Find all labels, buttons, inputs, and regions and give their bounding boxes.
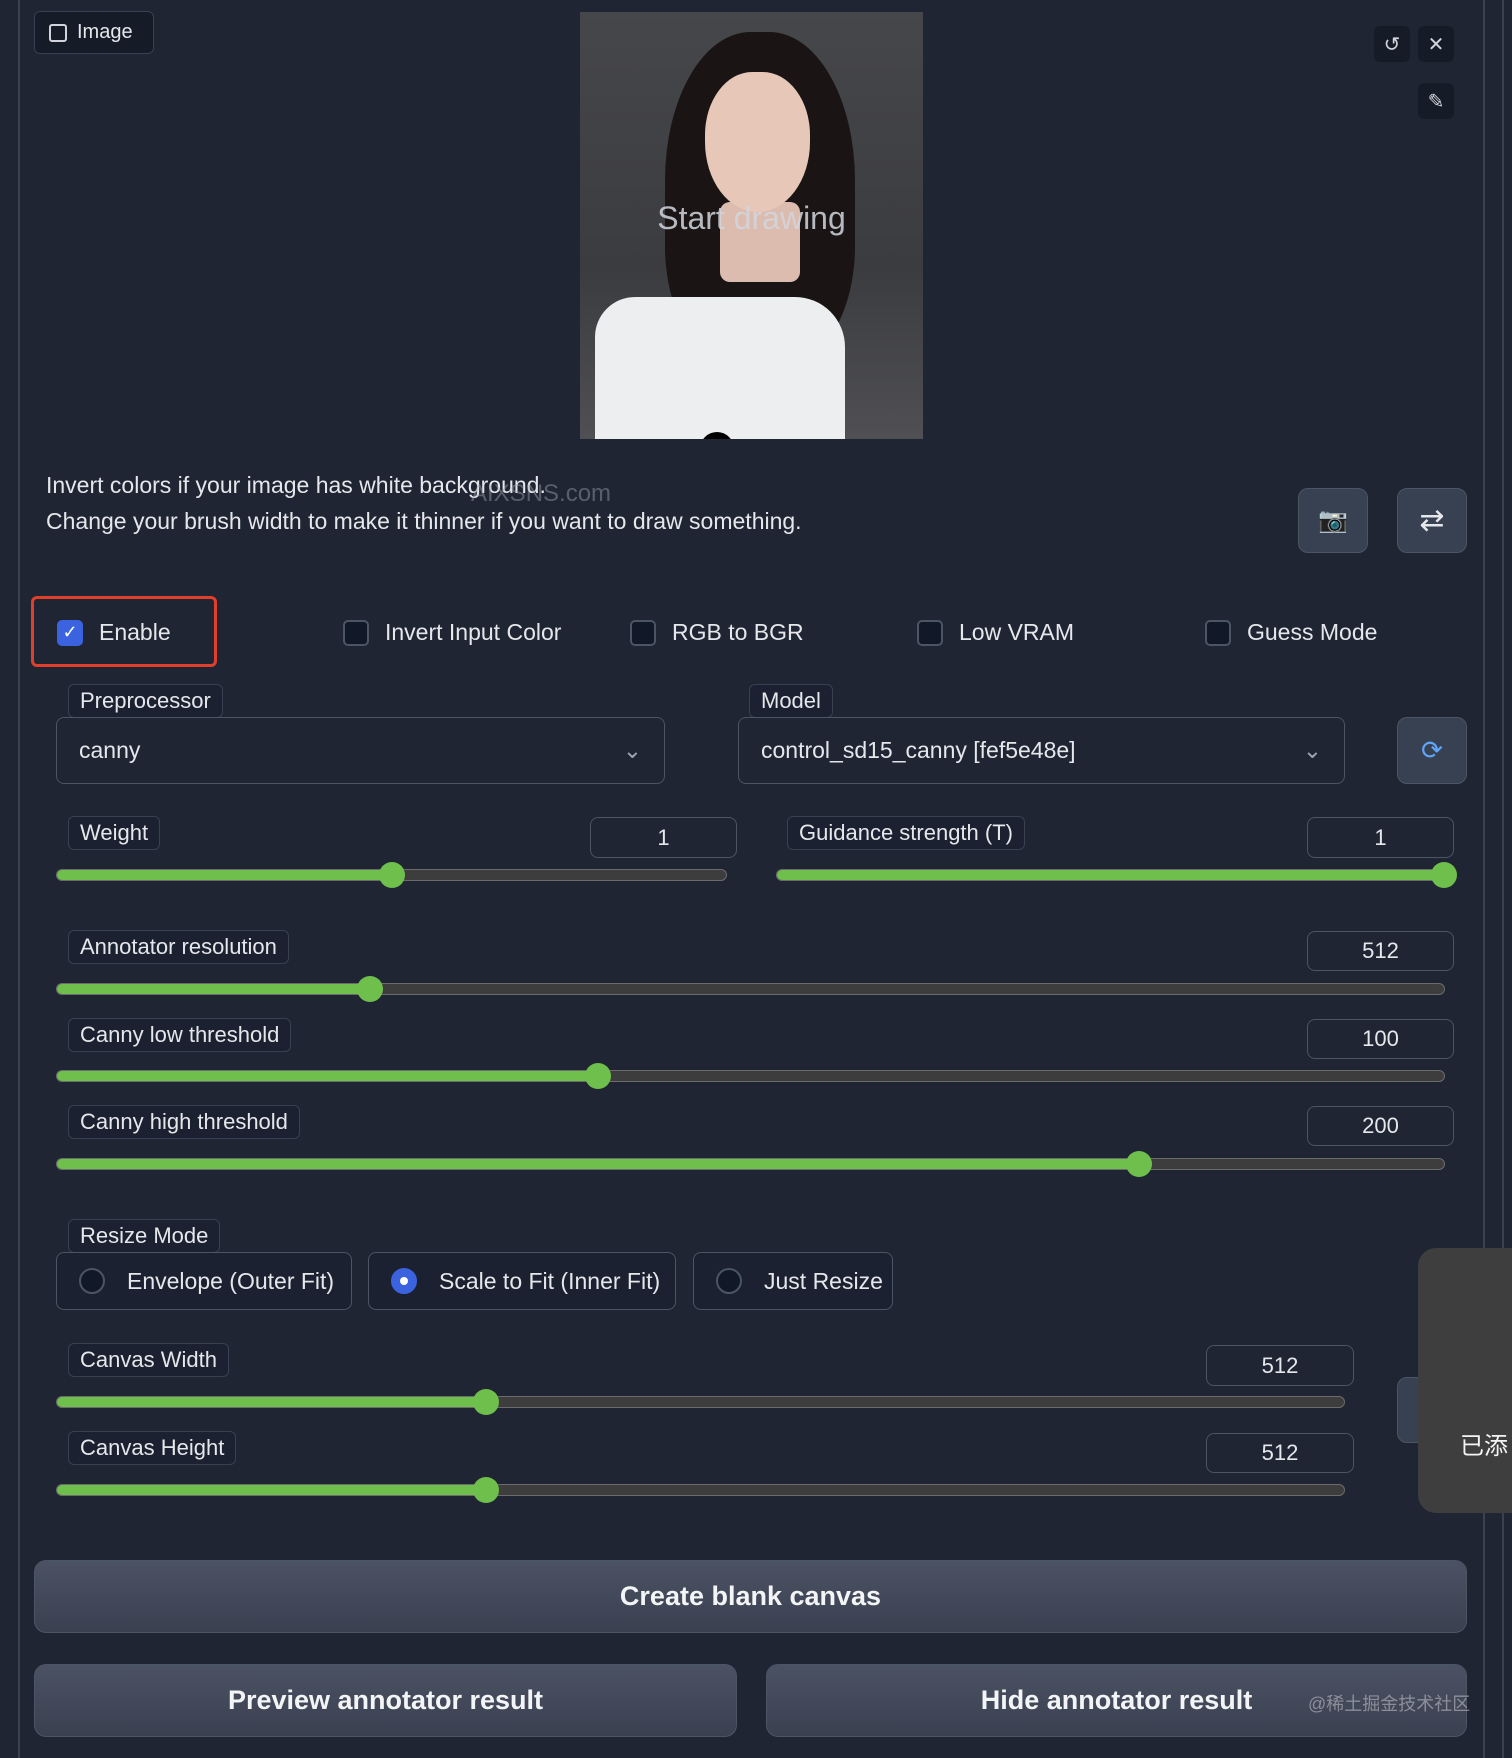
undo-icon: ↺	[1383, 33, 1401, 56]
slider-fill	[57, 870, 392, 880]
refresh-models-button[interactable]: ⟳	[1397, 717, 1467, 784]
weight-input[interactable]: 1	[590, 817, 737, 858]
swap-icon: ⇄	[1419, 504, 1445, 537]
slider-thumb[interactable]	[1125, 1151, 1152, 1177]
rgb-to-bgr-checkbox[interactable]: RGB to BGR	[630, 619, 804, 646]
slider-thumb[interactable]	[1431, 862, 1457, 888]
radio-envelope-outer-fit[interactable]: Envelope (Outer Fit)	[56, 1252, 352, 1310]
camera-icon: 📷	[1318, 507, 1348, 534]
preprocessor-dropdown[interactable]: canny ⌄	[56, 717, 665, 784]
canny-low-threshold-input[interactable]: 100	[1307, 1019, 1454, 1059]
image-tab[interactable]: Image	[34, 11, 154, 54]
model-dropdown[interactable]: control_sd15_canny [fef5e48e] ⌄	[738, 717, 1345, 784]
image-icon	[49, 23, 67, 42]
slider-thumb[interactable]	[584, 1063, 611, 1089]
weight-slider[interactable]	[56, 862, 727, 888]
checkbox-label: Guess Mode	[1247, 619, 1378, 645]
guidance-strength-input[interactable]: 1	[1307, 817, 1454, 858]
checkbox-box	[630, 619, 656, 646]
watermark: AIXSNS.com	[471, 480, 612, 507]
radio-dot	[391, 1268, 417, 1294]
check-icon: ✓	[57, 619, 83, 646]
canny-high-threshold-label: Canny high threshold	[68, 1105, 300, 1139]
radio-scale-to-fit-inner-fit[interactable]: Scale to Fit (Inner Fit)	[368, 1252, 676, 1310]
canvas-height-label: Canvas Height	[68, 1431, 237, 1465]
brush-button[interactable]: ✎	[1418, 83, 1454, 119]
invert-input-color-checkbox[interactable]: Invert Input Color	[343, 619, 561, 646]
radio-dot	[79, 1268, 105, 1294]
radio-dot	[716, 1268, 742, 1294]
footer-watermark: @稀土掘金技术社区	[1308, 1694, 1471, 1714]
radio-label: Scale to Fit (Inner Fit)	[439, 1267, 661, 1294]
radio-label: Just Resize	[764, 1267, 883, 1294]
swap-button[interactable]: ⇄	[1397, 488, 1467, 553]
weight-label: Weight	[68, 816, 161, 850]
checkbox-box	[917, 619, 943, 646]
annotator-resolution-label: Annotator resolution	[68, 930, 289, 964]
low-vram-checkbox[interactable]: Low VRAM	[917, 619, 1074, 646]
preprocessor-label: Preprocessor	[68, 684, 223, 718]
guess-mode-checkbox[interactable]: Guess Mode	[1205, 619, 1377, 646]
panel-border-left	[18, 0, 20, 1758]
close-button[interactable]: ✕	[1418, 26, 1454, 62]
canvas-width-slider[interactable]	[56, 1389, 1345, 1415]
checkbox-label: Invert Input Color	[385, 619, 562, 645]
annotator-resolution-slider[interactable]	[56, 976, 1445, 1002]
chevron-down-icon: ⌄	[1302, 737, 1322, 763]
slider-fill	[57, 984, 371, 994]
slider-thumb[interactable]	[472, 1389, 499, 1415]
chevron-down-icon: ⌄	[622, 737, 642, 763]
canny-high-threshold-input[interactable]: 200	[1307, 1106, 1454, 1146]
checkbox-label: RGB to BGR	[672, 619, 804, 645]
model-label: Model	[749, 684, 833, 718]
enable-checkbox[interactable]: ✓ Enable	[57, 619, 171, 646]
canvas-width-label: Canvas Width	[68, 1343, 229, 1377]
toast-notification: 已添	[1418, 1248, 1512, 1513]
refresh-icon: ⟳	[1421, 735, 1443, 765]
guidance-strength-slider[interactable]	[776, 862, 1457, 888]
radio-label: Envelope (Outer Fit)	[127, 1267, 335, 1294]
photo-face	[705, 72, 810, 212]
slider-thumb[interactable]	[378, 862, 405, 888]
sketch-canvas[interactable]: Start drawing	[580, 12, 923, 439]
slider-fill	[57, 1071, 598, 1081]
canny-low-threshold-slider[interactable]	[56, 1063, 1445, 1089]
canny-high-threshold-slider[interactable]	[56, 1151, 1445, 1177]
checkbox-label: Low VRAM	[959, 619, 1075, 645]
canvas-height-input[interactable]: 512	[1206, 1433, 1354, 1473]
brush-icon: ✎	[1427, 90, 1445, 113]
guidance-strength-label: Guidance strength (T)	[787, 816, 1025, 850]
image-tab-label: Image	[77, 21, 133, 43]
slider-fill	[57, 1159, 1139, 1169]
checkbox-label: Enable	[99, 619, 171, 645]
slider-fill	[57, 1485, 486, 1495]
slider-thumb[interactable]	[472, 1477, 499, 1503]
preprocessor-value: canny	[79, 737, 141, 763]
toast-text: 已添	[1460, 1433, 1508, 1460]
resize-mode-label: Resize Mode	[68, 1219, 221, 1253]
undo-button[interactable]: ↺	[1374, 26, 1410, 62]
radio-just-resize[interactable]: Just Resize	[693, 1252, 893, 1310]
preview-annotator-result-button[interactable]: Preview annotator result	[34, 1664, 737, 1737]
camera-button[interactable]: 📷	[1298, 488, 1368, 553]
canvas-width-input[interactable]: 512	[1206, 1345, 1354, 1386]
slider-fill	[57, 1397, 486, 1407]
checkbox-box	[1205, 619, 1231, 646]
create-blank-canvas-button[interactable]: Create blank canvas	[34, 1560, 1467, 1633]
canny-low-threshold-label: Canny low threshold	[68, 1018, 292, 1052]
slider-thumb[interactable]	[357, 976, 384, 1002]
canvas-height-slider[interactable]	[56, 1477, 1345, 1503]
photo-sweater	[595, 297, 845, 439]
close-icon: ✕	[1427, 33, 1445, 56]
checkbox-box	[343, 619, 369, 646]
slider-fill	[777, 870, 1444, 880]
model-value: control_sd15_canny [fef5e48e]	[761, 737, 1076, 763]
annotator-resolution-input[interactable]: 512	[1307, 931, 1454, 971]
start-drawing-text: Start drawing	[657, 200, 846, 236]
info-line-2: Change your brush width to make it thinn…	[46, 508, 802, 534]
